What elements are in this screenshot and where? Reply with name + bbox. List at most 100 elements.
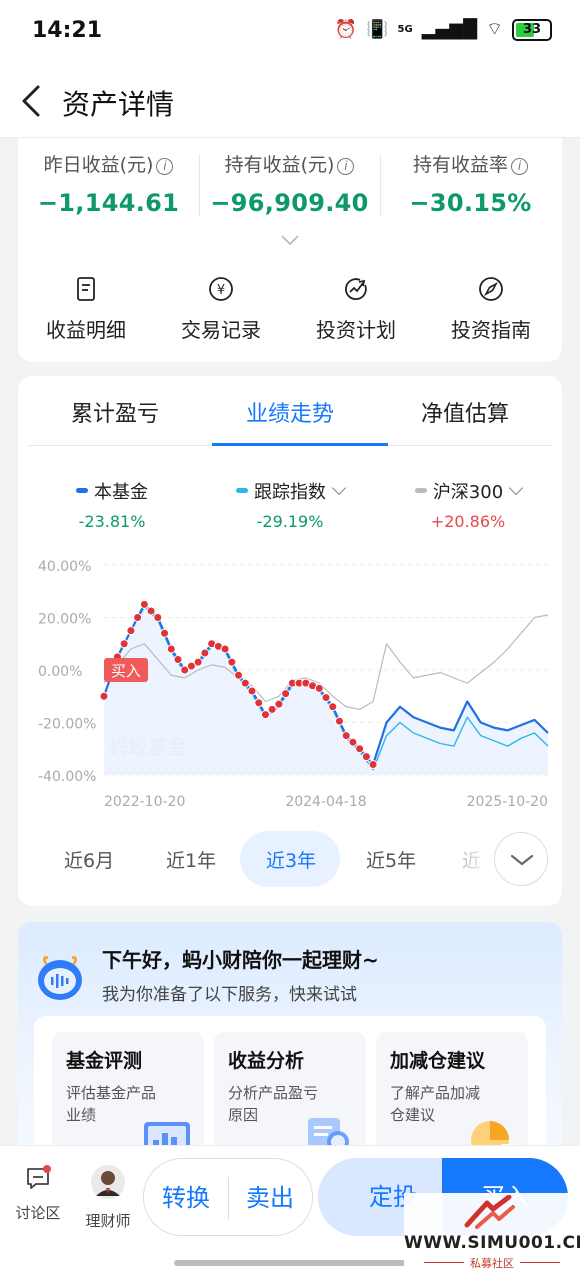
buy-point: [193, 657, 203, 667]
performance-card: 累计盈亏 业绩走势 净值估算 本基金 -23.81% 跟踪指数 -29.19% …: [18, 376, 562, 906]
legend-fund[interactable]: 本基金 -23.81%: [22, 478, 202, 531]
info-icon[interactable]: i: [156, 158, 174, 175]
discuss-button[interactable]: 讨论区: [8, 1164, 68, 1223]
buy-point: [274, 699, 284, 709]
action-invest-guide[interactable]: 投资指南: [431, 276, 551, 343]
chevron-down-icon: [510, 854, 534, 866]
x-tick-label: 2022-10-20: [104, 794, 185, 810]
buy-point: [260, 710, 270, 720]
buy-point: [368, 760, 378, 769]
advisor-avatar: [91, 1165, 125, 1199]
services-panel: 基金评测 评估基金产品业绩 收益分析 分析产品盈亏原因 加减仓建议 了解产品加减…: [34, 1016, 546, 1166]
action-label: 投资指南: [451, 318, 531, 342]
stat-holding-profit: 持有收益(元) i −96,909.40: [199, 150, 380, 217]
buy-point: [361, 752, 371, 762]
status-bar: 14:21 ⏰ 📳 5G ▂▄▆█ ⌔ 33: [0, 0, 580, 64]
range-3y[interactable]: 近3年: [266, 846, 316, 873]
tab-performance-trend[interactable]: 业绩走势: [203, 396, 377, 428]
stat-holding-rate: 持有收益率 i −30.15%: [380, 150, 561, 217]
action-label: 交易记录: [181, 318, 261, 342]
performance-chart[interactable]: 40.00% 20.00% 0.00% -20.00% -40.00% 2022-10-2…: [18, 548, 562, 818]
range-expand-button[interactable]: [494, 832, 548, 886]
stat-value: −96,909.40: [210, 189, 369, 217]
tab-cumulative-pnl[interactable]: 累计盈亏: [28, 396, 202, 428]
buy-point: [166, 644, 176, 654]
watermark-logo: [464, 1195, 515, 1229]
x-tick-label: 2025-10-20: [467, 794, 548, 810]
assistant-card: 下午好，蚂小财陪你一起理财~ 我为你准备了以下服务，快来试试 基金评测 评估基金…: [18, 922, 562, 1166]
buy-point: [227, 657, 237, 667]
buy-point: [341, 731, 351, 741]
convert-button[interactable]: 转换: [144, 1159, 228, 1237]
legend-label: 本基金: [94, 482, 148, 503]
chevron-down-icon[interactable]: [280, 234, 300, 246]
legend-tracking-index[interactable]: 跟踪指数 -29.19%: [200, 478, 380, 531]
legend-value: -29.19%: [256, 512, 324, 531]
home-indicator[interactable]: [174, 1260, 406, 1266]
signal-icon: ▂▄▆█: [421, 19, 478, 40]
legend-value: -23.81%: [78, 512, 146, 531]
discuss-label: 讨论区: [15, 1204, 61, 1222]
action-invest-plan[interactable]: 投资计划: [296, 276, 416, 343]
buy-point: [133, 613, 143, 622]
assistant-avatar-icon[interactable]: [32, 950, 88, 1006]
buy-point: [247, 686, 257, 696]
buy-point: [119, 639, 129, 649]
buy-point: [334, 716, 344, 726]
stat-label: 持有收益(元): [224, 154, 335, 176]
watermark-url: WWW.SIMU001.CN: [404, 1233, 580, 1253]
action-income-detail[interactable]: 收益明细: [26, 276, 146, 343]
assistant-greeting: 下午好，蚂小财陪你一起理财~: [102, 948, 379, 972]
buy-point: [220, 644, 230, 654]
stat-yesterday-profit: 昨日收益(元) i −1,144.61: [18, 150, 199, 217]
buy-point: [281, 689, 291, 699]
legend-swatch: [236, 488, 248, 493]
tab-nav-estimate[interactable]: 净值估算: [378, 396, 552, 428]
buy-point: [126, 626, 136, 636]
performance-tabs: 累计盈亏 业绩走势 净值估算: [28, 376, 552, 446]
page-title: 资产详情: [62, 88, 175, 121]
buy-point: [355, 744, 365, 754]
svg-text:¥: ¥: [217, 283, 225, 298]
action-trade-records[interactable]: ¥ 交易记录: [161, 276, 281, 343]
service-fund-evaluation[interactable]: 基金评测 评估基金产品业绩: [52, 1032, 204, 1162]
yen-circle-icon: ¥: [209, 277, 233, 301]
buy-point: [267, 704, 277, 714]
battery-icon: 33: [512, 18, 552, 41]
wifi-icon: ⌔: [486, 19, 503, 40]
buy-point: [173, 655, 183, 664]
legend-csi300[interactable]: 沪深300 +20.86%: [378, 478, 558, 531]
buy-point: [160, 628, 170, 638]
buy-point: [146, 606, 156, 616]
info-icon[interactable]: i: [337, 158, 355, 175]
chat-bubble-icon: [27, 1165, 51, 1189]
range-5y[interactable]: 近5年: [366, 846, 416, 873]
range-6m[interactable]: 近6月: [64, 846, 114, 873]
x-tick-label: 2024-04-18: [285, 794, 366, 810]
y-tick-label: -40.00%: [38, 769, 96, 785]
sell-button[interactable]: 卖出: [228, 1159, 312, 1237]
back-arrow-icon[interactable]: [18, 84, 48, 118]
trend-circle-icon: [344, 278, 367, 301]
advisor-label: 理财师: [85, 1212, 131, 1230]
legend-label: 跟踪指数: [254, 482, 326, 503]
service-title: 基金评测: [66, 1050, 143, 1072]
y-tick-label: 40.00%: [38, 559, 91, 575]
y-tick-label: 0.00%: [38, 664, 82, 680]
advisor-button[interactable]: 理财师: [78, 1164, 138, 1231]
active-tab-indicator: [212, 443, 388, 446]
legend-swatch: [414, 488, 427, 493]
buy-point: [240, 678, 250, 688]
info-icon[interactable]: i: [511, 158, 528, 175]
legend-swatch: [76, 488, 88, 493]
assistant-subtitle: 我为你准备了以下服务，快来试试: [102, 985, 357, 1005]
range-1y[interactable]: 近1年: [166, 846, 216, 873]
stat-label: 持有收益率: [412, 154, 508, 176]
service-position-advice[interactable]: 加减仓建议 了解产品加减仓建议: [376, 1032, 528, 1162]
buy-point: [321, 693, 331, 703]
chevron-down-icon: [509, 480, 524, 496]
action-label: 收益明细: [46, 318, 126, 342]
status-time: 14:21: [32, 18, 103, 43]
nav-bar: 资产详情: [0, 64, 580, 138]
service-profit-analysis[interactable]: 收益分析 分析产品盈亏原因: [214, 1032, 366, 1162]
